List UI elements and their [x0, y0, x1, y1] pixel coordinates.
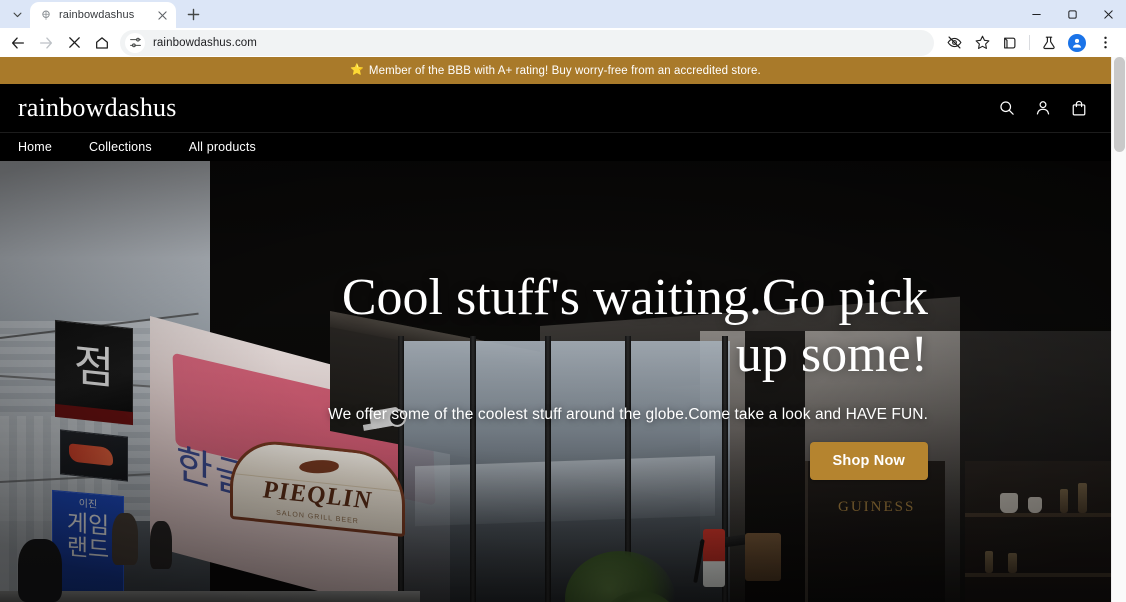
cart-icon[interactable] — [1069, 98, 1089, 118]
home-icon — [96, 36, 108, 49]
announcement-text: Member of the BBB with A+ rating! Buy wo… — [368, 64, 761, 77]
page-scrollbar[interactable] — [1111, 57, 1126, 602]
profile-button[interactable] — [1063, 29, 1091, 57]
kebab-menu-icon — [1103, 36, 1107, 49]
side-panel-icon — [1004, 37, 1016, 49]
maximize-icon — [1067, 9, 1077, 19]
hero-cta-container: Shop Now — [809, 442, 928, 481]
browser-toolbar: rainbowdashus.com — [0, 28, 1126, 57]
person-icon — [1072, 38, 1082, 48]
window-controls — [1018, 0, 1126, 28]
search-icon[interactable] — [997, 98, 1017, 118]
eye-off-icon — [946, 36, 962, 49]
side-panel-button[interactable] — [996, 29, 1024, 57]
chevron-down-icon — [13, 12, 21, 17]
header-icon-group — [997, 98, 1089, 118]
nav-item-home[interactable]: Home — [18, 140, 69, 154]
close-icon — [1103, 9, 1113, 19]
forward-button — [32, 29, 60, 57]
back-button[interactable] — [4, 29, 32, 57]
star-icon — [975, 35, 989, 50]
browser-window: rainbowdashus rainbowdashus.com ⭐ Member… — [0, 0, 1126, 602]
bookmark-button[interactable] — [968, 29, 996, 57]
globe-favicon — [39, 9, 52, 22]
site-header: rainbowdashus — [0, 84, 1111, 132]
tab-close-button[interactable] — [155, 8, 170, 23]
hero-heading: Cool stuff's waiting.Go pick up some! — [341, 268, 928, 383]
flask-icon — [1043, 36, 1055, 49]
site-settings-icon[interactable] — [125, 32, 145, 53]
tab-search-button[interactable] — [4, 1, 30, 27]
stop-loading-button[interactable] — [60, 29, 88, 57]
star-icon: ⭐ — [350, 64, 364, 76]
site-navigation: Home Collections All products — [0, 132, 1111, 161]
plus-icon — [187, 8, 199, 20]
toolbar-divider — [1029, 35, 1030, 50]
hero-section: 점 이진게임랜드 한글간판 — [0, 161, 1111, 602]
shop-now-button[interactable]: Shop Now — [809, 442, 928, 481]
close-window-button[interactable] — [1090, 0, 1126, 28]
back-arrow-icon — [12, 36, 24, 49]
minimize-icon — [1031, 13, 1041, 15]
new-tab-button[interactable] — [180, 1, 206, 27]
home-button[interactable] — [88, 29, 116, 57]
close-icon — [68, 37, 80, 48]
tab-title: rainbowdashus — [59, 9, 135, 21]
nav-item-collections[interactable]: Collections — [89, 140, 169, 154]
tracking-protection-button[interactable] — [940, 29, 968, 57]
website-content: ⭐ Member of the BBB with A+ rating! Buy … — [0, 57, 1111, 602]
announcement-bar: ⭐ Member of the BBB with A+ rating! Buy … — [0, 57, 1111, 84]
avatar — [1068, 33, 1086, 52]
browser-tab[interactable]: rainbowdashus — [30, 2, 176, 28]
page-viewport: ⭐ Member of the BBB with A+ rating! Buy … — [0, 57, 1126, 602]
labs-button[interactable] — [1035, 29, 1063, 57]
account-icon[interactable] — [1033, 98, 1053, 118]
url-text: rainbowdashus.com — [153, 36, 257, 49]
hero-content: Cool stuff's waiting.Go pick up some! We… — [0, 161, 1111, 602]
close-icon — [158, 10, 167, 20]
nav-item-all-products[interactable]: All products — [189, 140, 273, 154]
chrome-menu-button[interactable] — [1091, 29, 1119, 57]
hero-subheading: We offer some of the coolest stuff aroun… — [328, 406, 928, 424]
address-bar[interactable]: rainbowdashus.com — [120, 29, 934, 56]
scrollbar-thumb[interactable] — [1114, 57, 1125, 152]
forward-arrow-icon — [40, 36, 52, 49]
maximize-button[interactable] — [1054, 0, 1090, 28]
toolbar-actions — [940, 29, 1119, 57]
site-logo[interactable]: rainbowdashus — [18, 93, 997, 123]
tab-strip: rainbowdashus — [0, 0, 1126, 28]
minimize-button[interactable] — [1018, 0, 1054, 28]
